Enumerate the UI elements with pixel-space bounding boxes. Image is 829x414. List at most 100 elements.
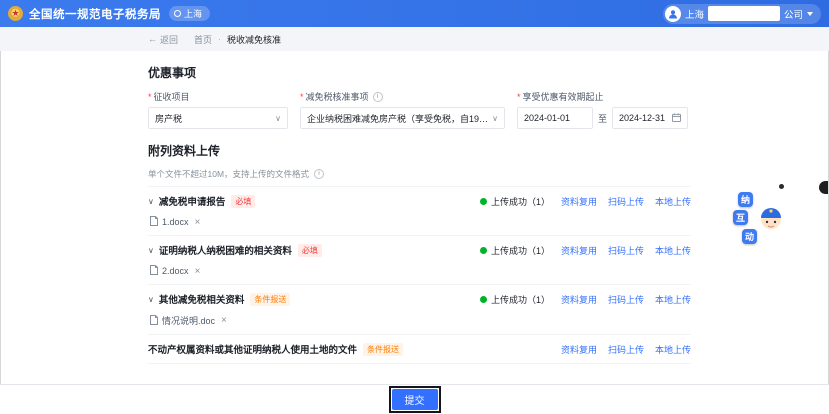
back-button[interactable]: ← 返回: [148, 33, 178, 46]
required-mark: *: [300, 92, 304, 102]
upload-item-title: 减免税申请报告: [159, 194, 226, 208]
app-window: ★ 全国统一规范电子税务局 上海 上海 公司 ← 返回 首页 · 税收减免核准 …: [0, 0, 829, 414]
document-icon: [150, 216, 158, 228]
back-arrow-icon: ←: [148, 34, 157, 44]
success-dot-icon: [480, 198, 487, 205]
conditional-badge: 条件报送: [363, 343, 403, 356]
breadcrumb: ← 返回 首页 · 税收减免核准: [0, 27, 829, 51]
main-content: 优惠事项 * 征收项目 房产税 ∨ * 减免税核准事项 i: [0, 64, 829, 364]
emblem-logo-icon: ★: [8, 6, 23, 21]
chevron-down-icon[interactable]: ∨: [148, 295, 154, 304]
upload-item-actions: 上传成功（1） 资料复用 扫码上传 本地上传: [480, 293, 691, 306]
upload-hint-text: 单个文件不超过10M，支持上传的文件格式: [148, 168, 309, 180]
upload-item: ∨ 其他减免税相关资料 条件报送 上传成功（1） 资料复用 扫码上传 本地上传: [148, 285, 691, 335]
scan-upload-link[interactable]: 扫码上传: [608, 343, 644, 356]
calendar-icon[interactable]: [672, 113, 681, 124]
field-validity-period: * 享受优惠有效期起止 2024-01-01 至 2024-12-31: [517, 90, 688, 129]
breadcrumb-separator: ·: [218, 34, 221, 44]
document-icon: [150, 265, 158, 277]
upload-list: ∨ 减免税申请报告 必填 上传成功（1） 资料复用 扫码上传 本地上传: [148, 186, 691, 364]
assistant-char-tile: 动: [742, 229, 757, 244]
required-badge: 必填: [298, 244, 322, 257]
user-avatar-icon: [665, 6, 681, 22]
upload-success-status: 上传成功（1）: [480, 244, 550, 257]
user-name-suffix: 公司: [784, 7, 803, 21]
date-separator: 至: [598, 112, 607, 125]
upload-item-head[interactable]: ∨ 减免税申请报告 必填 上传成功（1） 资料复用 扫码上传 本地上传: [148, 194, 691, 208]
submit-button[interactable]: 提交: [392, 389, 438, 410]
back-label: 返回: [160, 33, 178, 46]
chevron-down-icon[interactable]: ∨: [148, 246, 154, 255]
field-label-text: 征收项目: [154, 90, 190, 103]
assistant-dot-icon: [779, 184, 784, 189]
upload-item-head[interactable]: ∨ 其他减免税相关资料 条件报送 上传成功（1） 资料复用 扫码上传 本地上传: [148, 292, 691, 306]
breadcrumb-current: 税收减免核准: [227, 33, 281, 46]
field-label: * 减免税核准事项 i: [300, 90, 505, 103]
file-name: 2.docx: [162, 266, 189, 276]
location-dot-icon: [174, 10, 181, 17]
upload-success-status: 上传成功（1）: [480, 195, 550, 208]
end-date-value: 2024-12-31: [619, 113, 665, 123]
scan-upload-link[interactable]: 扫码上传: [608, 195, 644, 208]
field-reduction-matter: * 减免税核准事项 i 企业纳税困难减免房产税（享受免税，自1986-10-..…: [300, 90, 505, 129]
field-label: * 征收项目: [148, 90, 288, 103]
required-mark: *: [517, 92, 521, 102]
success-text: 上传成功（1）: [491, 293, 550, 306]
uploaded-file: 1.docx ×: [148, 216, 691, 228]
start-date-value: 2024-01-01: [524, 113, 570, 123]
upload-item-title: 不动产权属资料或其他证明纳税人使用土地的文件: [148, 342, 357, 356]
reuse-material-link[interactable]: 资料复用: [561, 244, 597, 257]
required-mark: *: [148, 92, 152, 102]
upload-item: ∨ 减免税申请报告 必填 上传成功（1） 资料复用 扫码上传 本地上传: [148, 187, 691, 236]
reuse-material-link[interactable]: 资料复用: [561, 195, 597, 208]
chevron-down-icon[interactable]: ∨: [148, 197, 154, 206]
end-date-input[interactable]: 2024-12-31: [612, 107, 688, 129]
uploaded-file: 2.docx ×: [148, 265, 691, 277]
region-badge[interactable]: 上海: [169, 6, 210, 21]
field-label-text: 减免税核准事项: [306, 90, 369, 103]
reuse-material-link[interactable]: 资料复用: [561, 293, 597, 306]
upload-item-head: 不动产权属资料或其他证明纳税人使用土地的文件 条件报送 资料复用 扫码上传 本地…: [148, 342, 691, 356]
scan-upload-link[interactable]: 扫码上传: [608, 293, 644, 306]
conditional-badge: 条件报送: [250, 293, 290, 306]
breadcrumb-home[interactable]: 首页: [194, 33, 212, 46]
remove-file-icon[interactable]: ×: [195, 266, 201, 277]
local-upload-link[interactable]: 本地上传: [655, 244, 691, 257]
local-upload-link[interactable]: 本地上传: [655, 343, 691, 356]
required-badge: 必填: [231, 195, 255, 208]
assistant-char-tile: 纳: [738, 192, 753, 207]
remove-file-icon[interactable]: ×: [221, 315, 227, 326]
user-name-prefix: 上海: [685, 7, 704, 21]
upload-item-actions: 上传成功（1） 资料复用 扫码上传 本地上传: [480, 244, 691, 257]
upload-item: ∨ 证明纳税人纳税困难的相关资料 必填 上传成功（1） 资料复用 扫码上传 本地…: [148, 236, 691, 285]
success-text: 上传成功（1）: [491, 244, 550, 257]
upload-item: 不动产权属资料或其他证明纳税人使用土地的文件 条件报送 资料复用 扫码上传 本地…: [148, 335, 691, 364]
mascot-icon: [759, 205, 783, 236]
footer-bar: 提交: [0, 384, 829, 414]
select-value: 企业纳税困难减免房产税（享受免税，自1986-10-...: [307, 112, 488, 125]
start-date-input[interactable]: 2024-01-01: [517, 107, 593, 129]
file-name: 1.docx: [162, 217, 189, 227]
upload-item-actions: 资料复用 扫码上传 本地上传: [561, 343, 691, 356]
field-label: * 享受优惠有效期起止: [517, 90, 688, 103]
upload-item-title: 证明纳税人纳税困难的相关资料: [159, 243, 292, 257]
upload-success-status: 上传成功（1）: [480, 293, 550, 306]
reduction-matter-select[interactable]: 企业纳税困难减免房产税（享受免税，自1986-10-... ∨: [300, 107, 505, 129]
info-icon[interactable]: i: [373, 92, 383, 102]
success-dot-icon: [480, 247, 487, 254]
upload-item-actions: 上传成功（1） 资料复用 扫码上传 本地上传: [480, 195, 691, 208]
info-icon[interactable]: i: [314, 169, 324, 179]
user-account-menu[interactable]: 上海 公司: [663, 4, 821, 24]
collection-item-select[interactable]: 房产税 ∨: [148, 107, 288, 129]
local-upload-link[interactable]: 本地上传: [655, 293, 691, 306]
upload-item-head[interactable]: ∨ 证明纳税人纳税困难的相关资料 必填 上传成功（1） 资料复用 扫码上传 本地…: [148, 243, 691, 257]
remove-file-icon[interactable]: ×: [195, 217, 201, 228]
scan-upload-link[interactable]: 扫码上传: [608, 244, 644, 257]
submit-highlight-box: 提交: [389, 386, 441, 413]
local-upload-link[interactable]: 本地上传: [655, 195, 691, 208]
success-dot-icon: [480, 296, 487, 303]
tax-assistant-widget[interactable]: 纳 互 动: [733, 192, 781, 252]
document-icon: [150, 315, 158, 327]
edge-handle[interactable]: [819, 181, 828, 194]
reuse-material-link[interactable]: 资料复用: [561, 343, 597, 356]
